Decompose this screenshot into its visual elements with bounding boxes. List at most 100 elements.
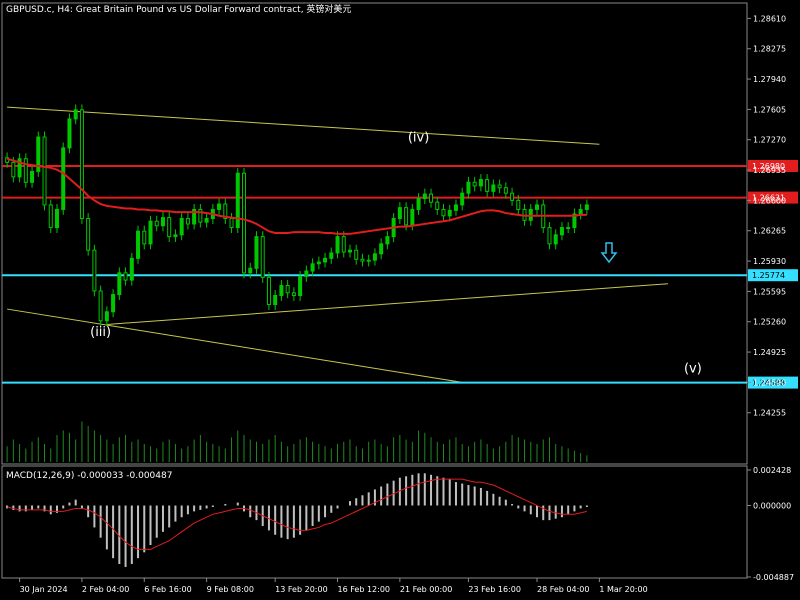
y-tick-label: 1.24925: [753, 348, 786, 357]
candle-body: [117, 272, 122, 296]
candle-body: [242, 172, 247, 274]
candle-body: [441, 208, 446, 217]
wave-label: (iii): [90, 325, 111, 340]
candle-body: [323, 257, 328, 263]
candle-body: [142, 230, 147, 245]
candle-body: [160, 217, 165, 227]
candle-body: [279, 285, 284, 296]
y-tick-label: 1.26600: [753, 196, 786, 205]
candle-body: [204, 218, 209, 223]
candle-body: [578, 208, 583, 215]
macd-tick-label: -0.004887: [753, 573, 794, 582]
y-tick-label: 1.24255: [753, 409, 786, 418]
candle-body: [478, 179, 483, 187]
y-tick-label: 1.28610: [753, 14, 786, 23]
candle-body: [254, 236, 259, 269]
candle-body: [298, 275, 303, 296]
candle-body: [48, 204, 53, 229]
candle-body: [429, 193, 434, 203]
x-tick-label: 28 Feb 04:00: [537, 585, 589, 594]
candle-body: [73, 109, 78, 120]
candle-body: [86, 218, 91, 251]
candle-body: [310, 263, 315, 272]
candle-body: [466, 181, 471, 194]
candle-body: [260, 236, 265, 278]
candle-body: [167, 217, 172, 238]
candle-body: [379, 243, 384, 255]
candle-body: [129, 257, 134, 281]
candle-body: [111, 294, 116, 313]
chart-title: GBPUSD.c, H4: Great Britain Pound vs US …: [6, 3, 351, 15]
candle-body: [584, 204, 589, 210]
candle-body: [54, 208, 59, 229]
x-tick-label: 9 Feb 08:00: [207, 585, 254, 594]
price-chart[interactable]: (iii)(iv)(v) 1.269801.266311.257741.2458…: [0, 0, 800, 600]
candle-body: [535, 204, 540, 210]
candle-body: [372, 253, 377, 261]
candle-body: [354, 249, 359, 260]
candle-body: [447, 209, 452, 217]
x-tick-label: 30 Jan 2024: [20, 585, 68, 594]
wave-label: (iv): [408, 131, 429, 146]
candle-body: [185, 218, 190, 225]
candle-body: [553, 234, 558, 245]
candle-body: [472, 181, 477, 187]
candle-body: [92, 249, 97, 292]
level-price-label: 1.25774: [752, 271, 785, 280]
candle-body: [79, 109, 84, 220]
candle-body: [422, 193, 427, 200]
candle-body: [397, 207, 402, 220]
candle-body: [485, 179, 490, 192]
y-tick-label: 1.25930: [753, 257, 786, 266]
candle-body: [67, 118, 72, 149]
candle-body: [566, 227, 571, 230]
candle-body: [23, 158, 28, 183]
candle-body: [410, 208, 415, 226]
candle-body: [148, 220, 153, 245]
wave-label: (v): [684, 361, 702, 376]
candle-body: [385, 236, 390, 245]
candle-body: [179, 218, 184, 236]
macd-label: MACD(12,26,9) -0.000033 -0.000487: [6, 471, 172, 481]
x-tick-label: 16 Feb 12:00: [338, 585, 390, 594]
candle-body: [248, 267, 253, 274]
y-tick-label: 1.27940: [753, 75, 786, 84]
candle-body: [329, 252, 334, 259]
candle-body: [291, 292, 296, 296]
macd-tick-label: 0.002428: [753, 466, 791, 475]
candle-body: [453, 204, 458, 211]
candle-body: [98, 290, 103, 322]
candle-body: [404, 207, 409, 226]
candle-body: [61, 147, 66, 210]
y-tick-label: 1.24590: [753, 378, 786, 387]
candle-body: [123, 272, 128, 281]
candle-body: [154, 220, 159, 227]
candle-body: [316, 261, 321, 265]
x-tick-label: 23 Feb 16:00: [468, 585, 520, 594]
candle-body: [42, 136, 47, 206]
candle-body: [497, 184, 502, 189]
candle-body: [347, 249, 352, 253]
macd-tick-label: 0.000000: [753, 502, 791, 511]
candle-body: [510, 192, 515, 201]
candle-body: [360, 258, 365, 262]
candle-body: [285, 285, 290, 294]
candle-body: [273, 294, 278, 306]
candle-body: [136, 230, 141, 259]
candle-body: [217, 203, 222, 210]
candle-body: [341, 236, 346, 253]
candle-body: [460, 192, 465, 206]
y-tick-label: 1.27270: [753, 136, 786, 145]
candle-body: [304, 270, 309, 277]
candle-body: [104, 311, 109, 322]
candle-body: [335, 236, 340, 254]
y-tick-label: 1.26935: [753, 166, 786, 175]
x-tick-label: 6 Feb 16:00: [144, 585, 191, 594]
candle-body: [416, 198, 421, 210]
y-tick-label: 1.28275: [753, 45, 786, 54]
candle-body: [229, 218, 234, 229]
y-tick-label: 1.26265: [753, 227, 786, 236]
x-tick-label: 2 Feb 04:00: [82, 585, 129, 594]
y-tick-label: 1.25595: [753, 287, 786, 296]
candle-body: [266, 276, 271, 306]
